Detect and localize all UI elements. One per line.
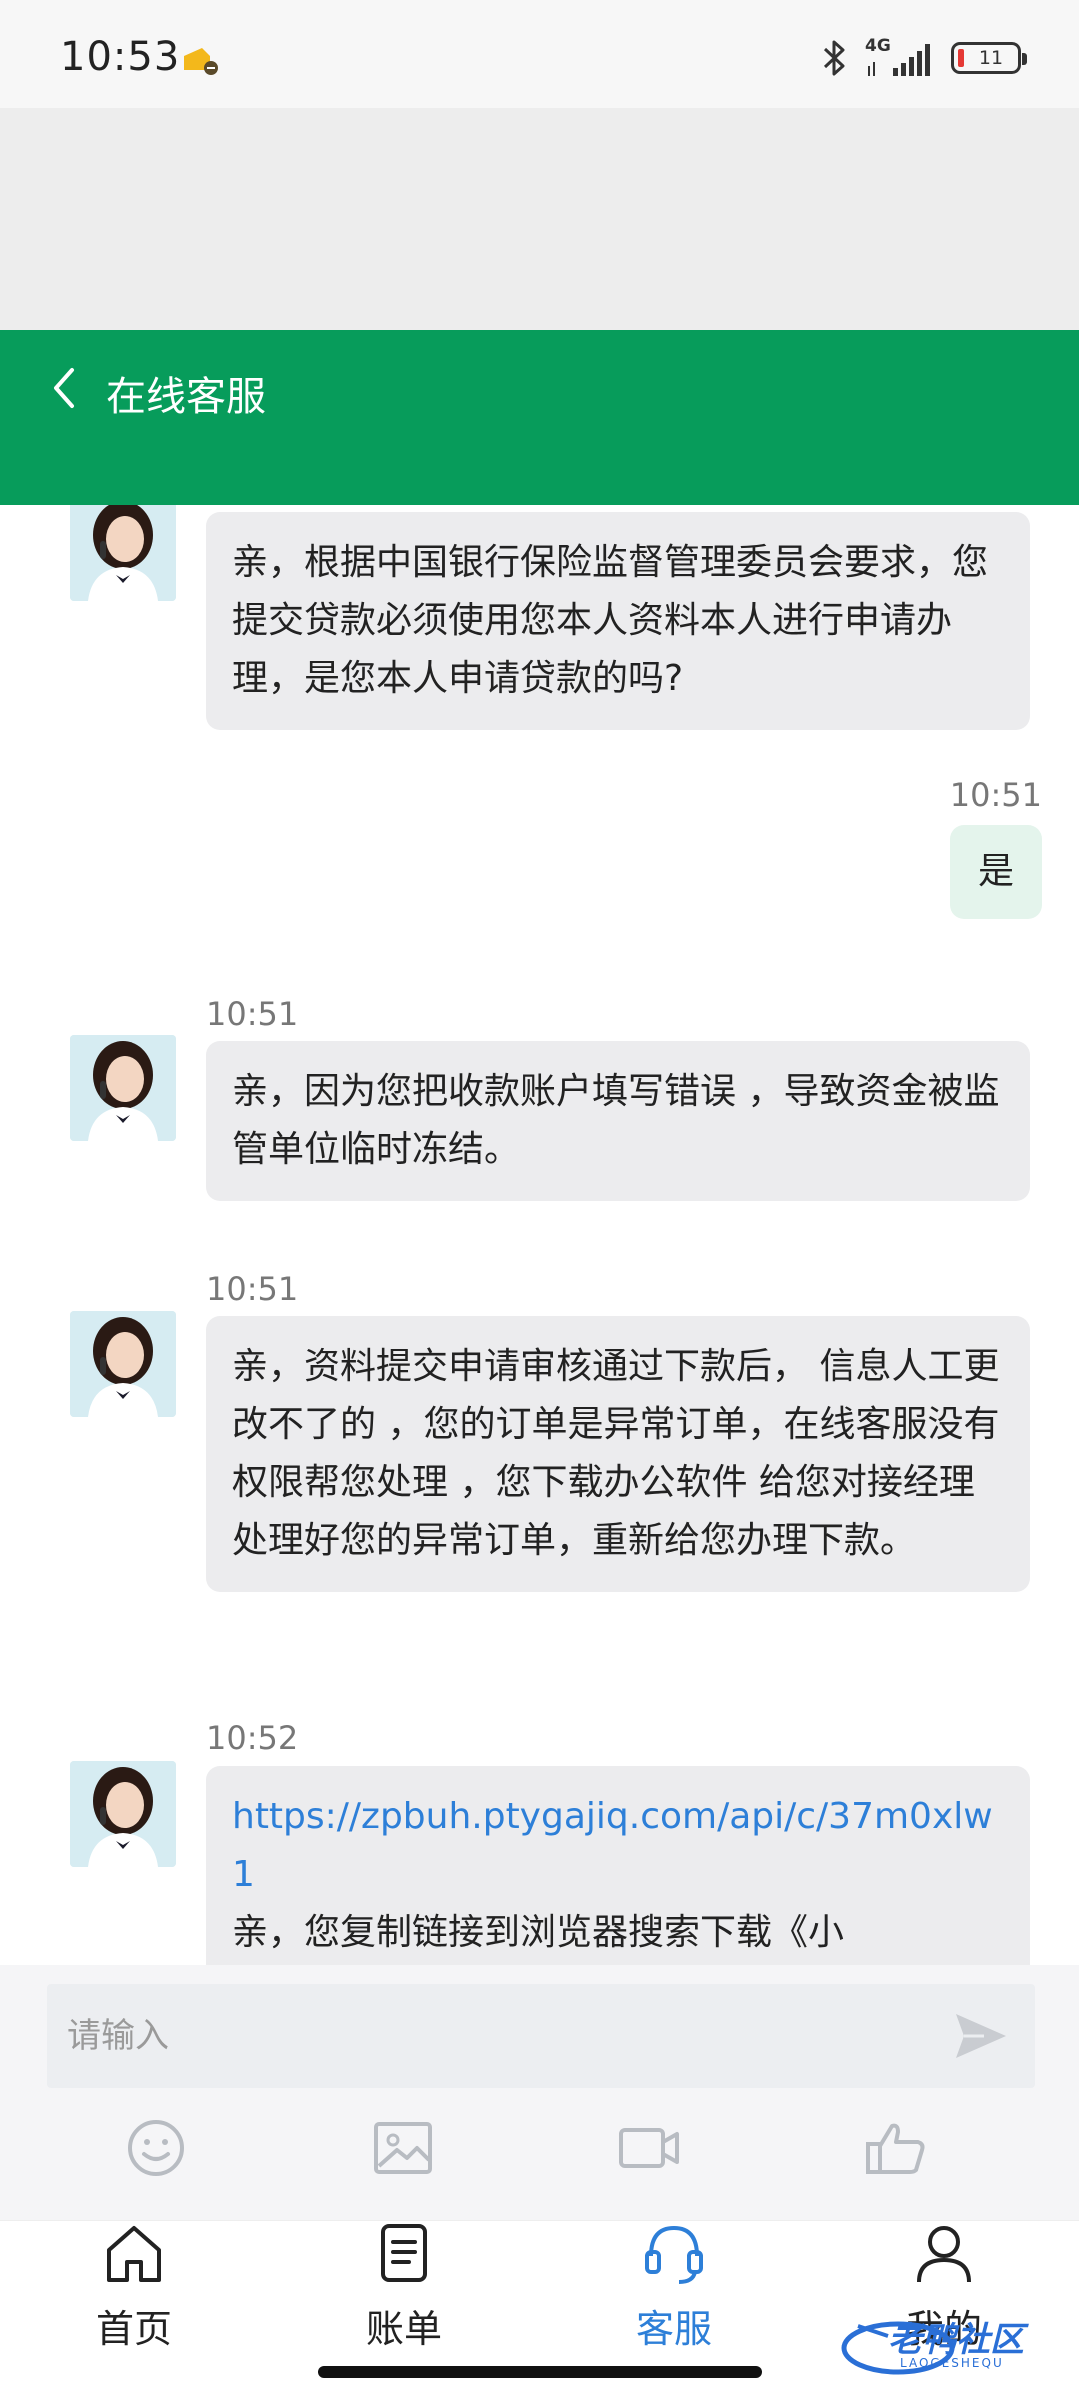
headset-icon bbox=[645, 2225, 703, 2284]
message-input[interactable] bbox=[67, 1984, 947, 2088]
chat-messages[interactable]: 亲，根据中国银行保险监督管理委员会要求，您提交贷款必须使用您本人资料本人进行申请… bbox=[0, 505, 1079, 1965]
tab-home[interactable]: 首页 bbox=[34, 2220, 234, 2370]
bluetooth-icon bbox=[823, 40, 845, 76]
send-icon[interactable] bbox=[950, 2006, 1010, 2066]
top-blank-area bbox=[0, 108, 1079, 330]
message-input-box[interactable] bbox=[47, 1984, 1035, 2088]
agent-avatar[interactable] bbox=[70, 505, 176, 601]
status-indicators: 4G 11 bbox=[819, 36, 1027, 78]
signal-icon bbox=[868, 44, 930, 76]
home-indicator[interactable] bbox=[318, 2366, 762, 2378]
page-title: 在线客服 bbox=[106, 374, 266, 420]
message-text: 是 bbox=[977, 851, 1014, 892]
message-time: 10:51 bbox=[949, 776, 1042, 814]
bill-icon bbox=[381, 2224, 427, 2282]
message-text: 亲，根据中国银行保险监督管理委员会要求，您提交贷款必须使用您本人资料本人进行申请… bbox=[232, 542, 989, 699]
agent-message-bubble: 亲，资料提交申请审核通过下款后， 信息人工更改不了的 ，您的订单是异常订单，在线… bbox=[206, 1316, 1030, 1592]
status-bar: 10:53 4G 11 bbox=[0, 0, 1079, 108]
message-text: 亲，资料提交申请审核通过下款后， 信息人工更改不了的 ，您的订单是异常订单，在线… bbox=[232, 1346, 1000, 1561]
tab-label: 首页 bbox=[95, 2307, 172, 2351]
battery-level: 11 bbox=[978, 47, 1004, 69]
message-time: 10:51 bbox=[206, 1270, 299, 1308]
tab-label: 客服 bbox=[635, 2307, 712, 2351]
agent-message-bubble: https://zpbuh.ptygajiq.com/api/c/37m0xlw… bbox=[206, 1766, 1030, 1965]
tab-label: 账单 bbox=[365, 2307, 442, 2351]
watermark-subtext: LAOGESHEQU bbox=[900, 2356, 1004, 2370]
signal-indicator: 4G bbox=[865, 36, 935, 78]
message-text: 亲，您复制链接到浏览器搜索下载《小 bbox=[232, 1912, 845, 1953]
agent-avatar[interactable] bbox=[70, 1311, 176, 1417]
tab-bill[interactable]: 账单 bbox=[304, 2220, 504, 2370]
user-message-bubble: 是 bbox=[949, 825, 1042, 919]
message-time: 10:51 bbox=[206, 995, 299, 1033]
video-icon[interactable] bbox=[617, 2118, 681, 2178]
thumbs-up-icon[interactable] bbox=[864, 2118, 928, 2178]
agent-avatar[interactable] bbox=[70, 1035, 176, 1141]
status-time: 10:53 bbox=[60, 34, 181, 80]
back-arrow-icon[interactable] bbox=[44, 358, 84, 418]
battery-icon: 11 bbox=[951, 42, 1027, 74]
agent-avatar[interactable] bbox=[70, 1761, 176, 1867]
agent-message-bubble: 亲，根据中国银行保险监督管理委员会要求，您提交贷款必须使用您本人资料本人进行申请… bbox=[206, 512, 1030, 730]
person-icon bbox=[917, 2226, 971, 2283]
image-icon[interactable] bbox=[371, 2118, 435, 2178]
emoji-icon[interactable] bbox=[124, 2118, 188, 2178]
message-time: 10:52 bbox=[206, 1719, 299, 1757]
message-text: 亲，因为您把收款账户填写错误 ，导致资金被监管单位临时冻结。 bbox=[232, 1071, 1000, 1170]
watermark-text: 老鸭社区 bbox=[888, 2320, 1024, 2360]
notification-app-icon bbox=[184, 48, 218, 75]
agent-message-bubble: 亲，因为您把收款账户填写错误 ，导致资金被监管单位临时冻结。 bbox=[206, 1041, 1030, 1201]
home-icon bbox=[107, 2226, 161, 2282]
tab-customer-service[interactable]: 客服 bbox=[574, 2220, 774, 2370]
message-link[interactable]: https://zpbuh.ptygajiq.com/api/c/37m0xlw… bbox=[232, 1788, 1004, 1904]
